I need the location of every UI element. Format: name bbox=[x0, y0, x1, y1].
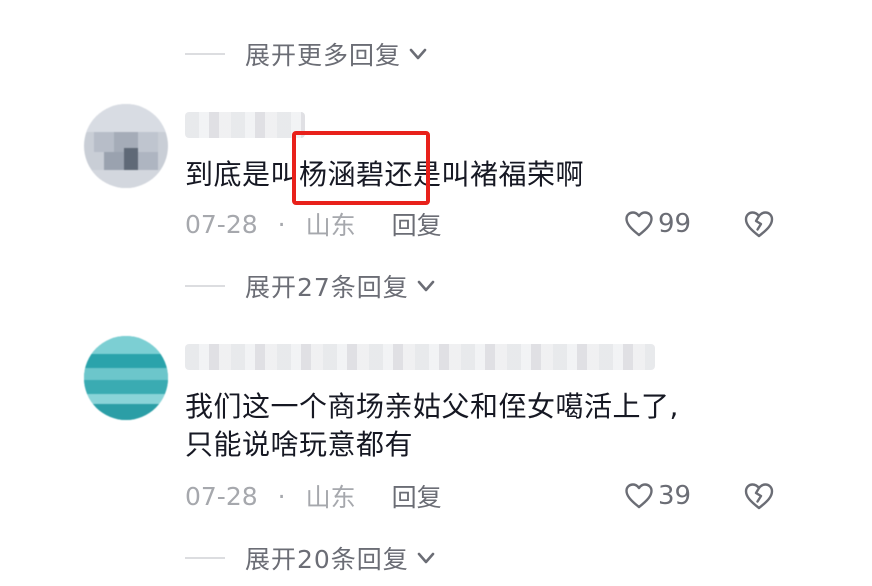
comment-meta: 07-28 · 山东 回复 bbox=[185, 476, 442, 516]
avatar[interactable] bbox=[84, 104, 168, 188]
expand-replies-label: 展开20条回复 bbox=[245, 545, 409, 574]
like-button[interactable]: 99 bbox=[624, 204, 691, 244]
broken-heart-icon[interactable] bbox=[742, 479, 776, 513]
like-count: 99 bbox=[658, 209, 692, 239]
heart-outline-icon bbox=[625, 211, 653, 237]
broken-heart-icon[interactable] bbox=[742, 207, 776, 241]
divider-line bbox=[185, 557, 225, 559]
reply-button[interactable]: 回复 bbox=[392, 206, 442, 242]
avatar[interactable] bbox=[84, 336, 168, 420]
expand-replies[interactable]: 展开27条回复 bbox=[185, 266, 437, 306]
expand-more-replies[interactable]: 展开更多回复 bbox=[185, 34, 429, 74]
comment-date: 07-28 bbox=[185, 481, 258, 511]
comment-text-line2: 只能说啥玩意都有 bbox=[185, 428, 414, 461]
expand-more-label: 展开更多回复 bbox=[245, 41, 402, 70]
chevron-down-icon bbox=[409, 48, 427, 60]
meta-separator: · bbox=[277, 209, 286, 239]
highlight-box bbox=[292, 131, 430, 205]
divider-line bbox=[185, 53, 225, 55]
comment-meta: 07-28 · 山东 回复 bbox=[185, 204, 442, 244]
divider-line bbox=[185, 285, 225, 287]
username-blurred[interactable] bbox=[185, 344, 655, 370]
like-count: 39 bbox=[658, 481, 692, 511]
like-button[interactable]: 39 bbox=[624, 476, 691, 516]
expand-replies-label: 展开27条回复 bbox=[245, 273, 409, 302]
comment-date: 07-28 bbox=[185, 209, 258, 239]
username-blurred[interactable] bbox=[185, 112, 305, 138]
comment-text-line1: 我们这一个商场亲姑父和侄女噶活上了, bbox=[185, 390, 679, 423]
comment-location: 山东 bbox=[305, 211, 356, 240]
expand-replies[interactable]: 展开20条回复 bbox=[185, 538, 437, 578]
chevron-down-icon bbox=[417, 552, 435, 564]
comment-location: 山东 bbox=[305, 483, 356, 512]
meta-separator: · bbox=[277, 481, 286, 511]
heart-outline-icon bbox=[625, 483, 653, 509]
reply-button[interactable]: 回复 bbox=[392, 478, 442, 514]
chevron-down-icon bbox=[417, 280, 435, 292]
